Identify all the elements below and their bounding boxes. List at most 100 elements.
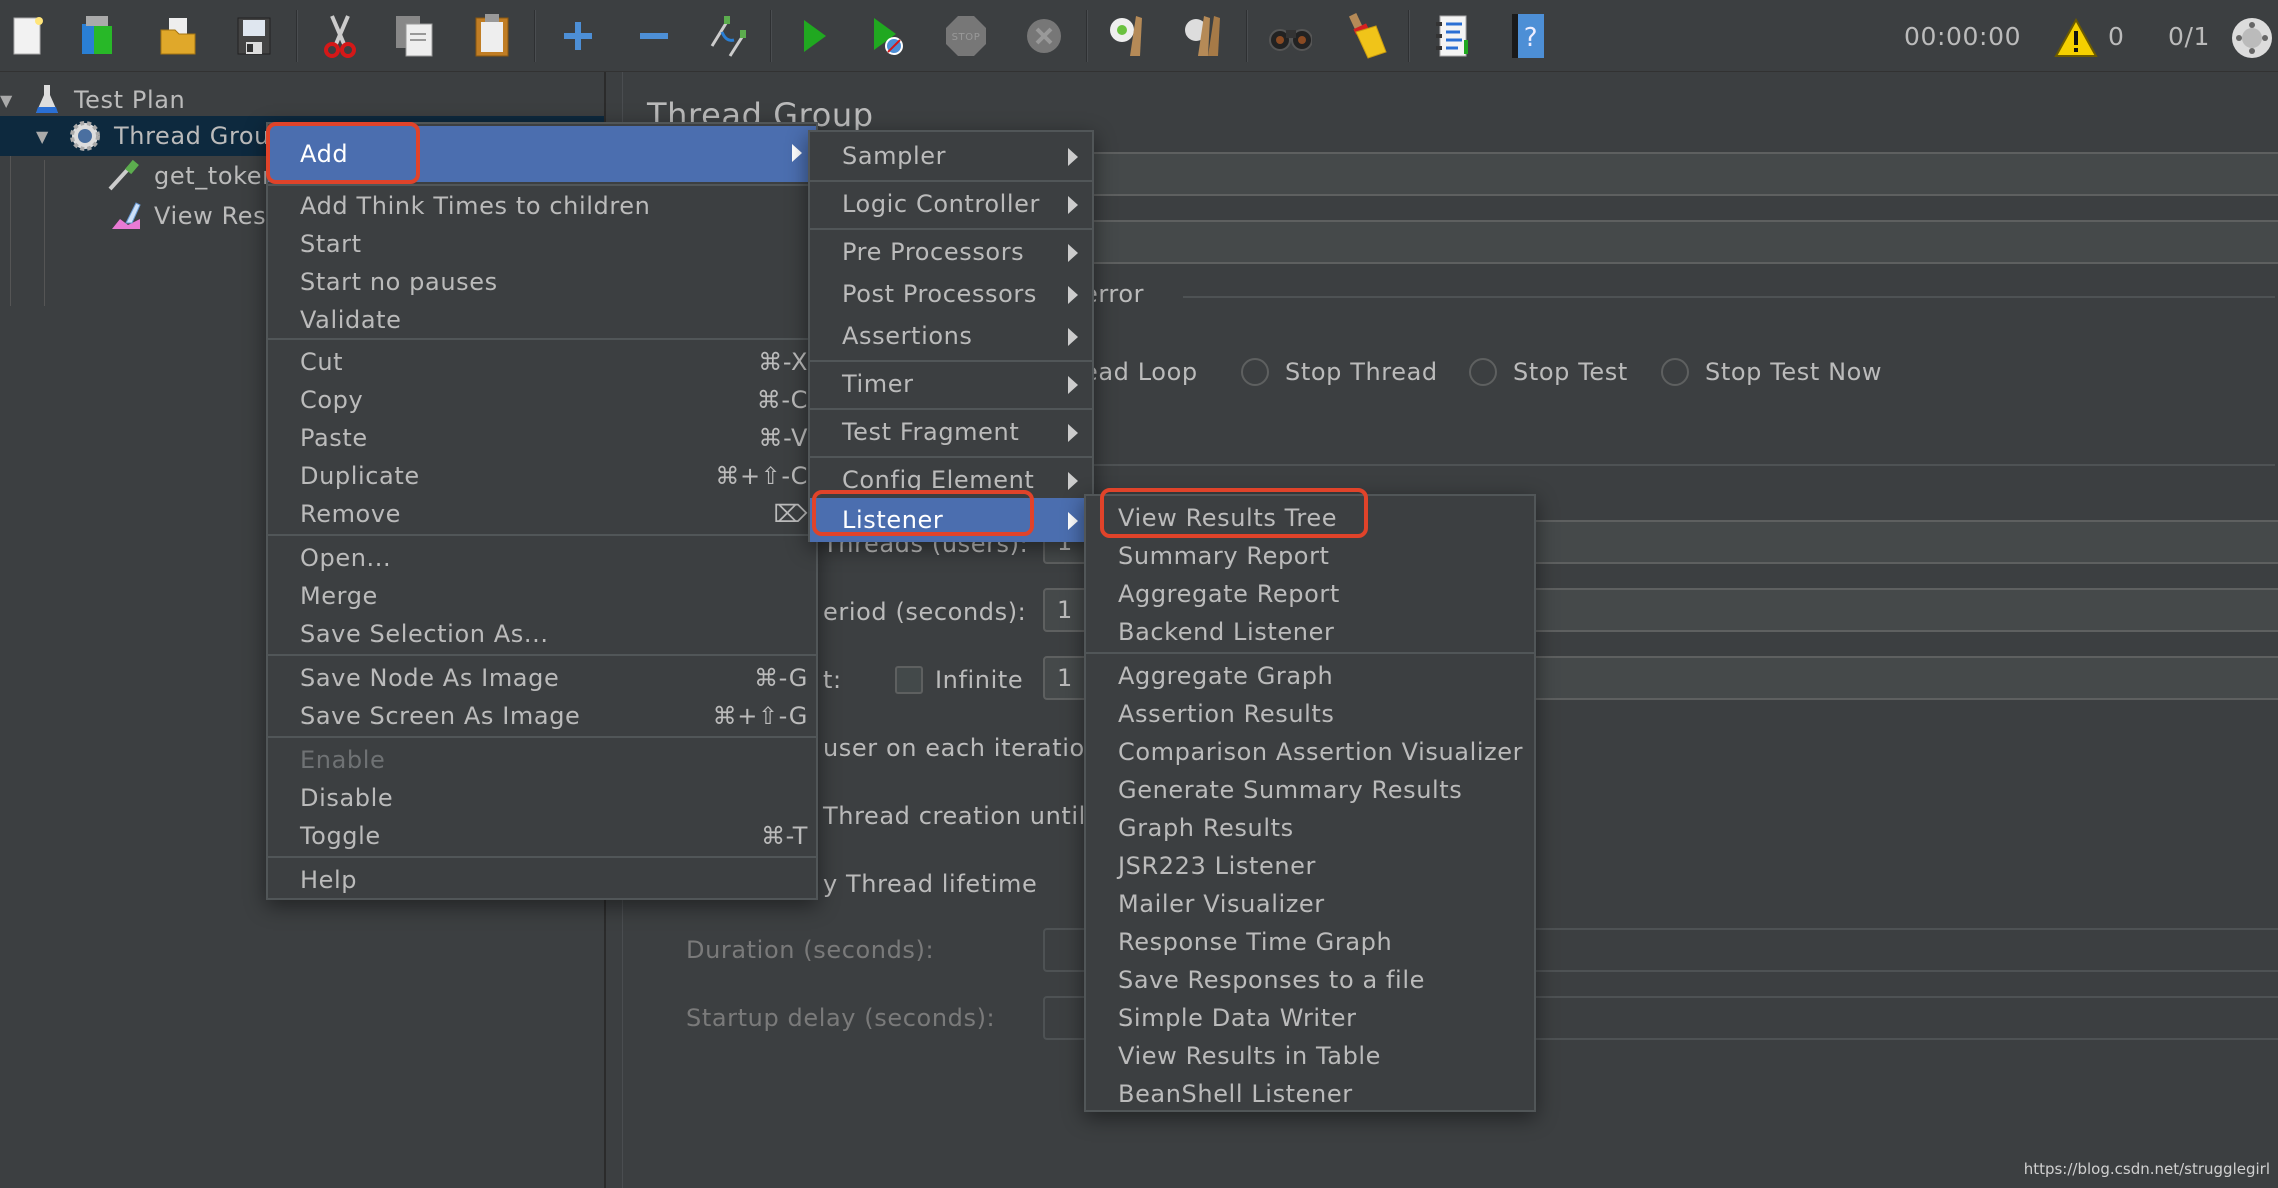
collapse-icon[interactable] <box>632 12 676 60</box>
menu-item-jsr223-listener[interactable]: JSR223 Listener <box>1086 848 1534 886</box>
start-no-pauses-icon[interactable] <box>866 12 910 60</box>
menu-item-aggregate-report[interactable]: Aggregate Report <box>1086 576 1534 614</box>
paste-icon[interactable] <box>470 12 514 60</box>
menu-item-start-no-pauses[interactable]: Start no pauses <box>268 264 816 302</box>
listener-graph-icon <box>112 202 141 229</box>
toolbar-separator <box>1408 10 1410 62</box>
shortcut: ⌘-C <box>756 386 808 414</box>
radio-stop-test-now[interactable] <box>1661 358 1689 386</box>
menu-item-comparison-assertion-visualizer[interactable]: Comparison Assertion Visualizer <box>1086 734 1534 772</box>
svg-text:?: ? <box>1524 23 1538 53</box>
help-icon[interactable]: ? <box>1506 12 1550 60</box>
menu-item-merge[interactable]: Merge <box>268 578 816 616</box>
loop-count-label: t: <box>823 666 842 694</box>
menu-item-save-node-as-image[interactable]: Save Node As Image ⌘-G <box>268 660 816 698</box>
menu-item-duplicate[interactable]: Duplicate ⌘+⇧-C <box>268 458 816 496</box>
add-submenu: Sampler Logic Controller Pre Processors … <box>808 130 1094 542</box>
menu-item-response-time-graph[interactable]: Response Time Graph <box>1086 924 1534 962</box>
new-icon[interactable] <box>6 12 50 60</box>
menu-separator <box>810 228 1092 230</box>
expand-arrow-icon[interactable]: ▼ <box>0 91 13 110</box>
cut-icon[interactable] <box>318 12 362 60</box>
menu-item-assertion-results[interactable]: Assertion Results <box>1086 696 1534 734</box>
menu-item-test-fragment[interactable]: Test Fragment <box>810 414 1092 456</box>
menu-item-mailer-visualizer[interactable]: Mailer Visualizer <box>1086 886 1534 924</box>
templates-icon[interactable] <box>76 12 120 60</box>
infinite-checkbox[interactable] <box>895 666 923 694</box>
context-menu: Add Add Think Times to children Start St… <box>266 122 818 900</box>
delete-key-icon: ⌦ <box>773 500 808 528</box>
radio-stop-thread[interactable] <box>1241 358 1269 386</box>
menu-item-post-processors[interactable]: Post Processors <box>810 276 1092 318</box>
menu-item-summary-report[interactable]: Summary Report <box>1086 538 1534 576</box>
submenu-arrow-icon <box>1068 148 1078 166</box>
toolbar-separator <box>296 10 298 62</box>
remote-status-icon <box>2230 14 2274 62</box>
menu-item-pre-processors[interactable]: Pre Processors <box>810 234 1092 276</box>
menu-item-toggle[interactable]: Toggle ⌘-T <box>268 818 816 856</box>
menu-separator <box>268 184 816 186</box>
menu-item-view-results-in-table[interactable]: View Results in Table <box>1086 1038 1534 1076</box>
toolbar-separator <box>534 10 536 62</box>
submenu-arrow-icon <box>1068 424 1078 442</box>
menu-item-save-screen-as-image[interactable]: Save Screen As Image ⌘+⇧-G <box>268 698 816 736</box>
duration-label: Duration (seconds): <box>686 936 935 964</box>
comments-field[interactable] <box>1043 220 2278 264</box>
start-icon[interactable] <box>792 12 836 60</box>
elapsed-time: 00:00:00 <box>1904 22 2022 51</box>
clear-all-icon[interactable] <box>1182 12 1226 60</box>
menu-item-start[interactable]: Start <box>268 226 816 264</box>
menu-item-simple-data-writer[interactable]: Simple Data Writer <box>1086 1000 1534 1038</box>
loop-count-value: 1 <box>1057 664 1073 692</box>
tree-item-label: Thread Group <box>114 122 286 150</box>
menu-item-disable[interactable]: Disable <box>268 780 816 818</box>
warning-icon[interactable] <box>2054 14 2098 62</box>
menu-item-remove[interactable]: Remove ⌦ <box>268 496 816 534</box>
menu-item-add[interactable]: Add <box>268 126 816 182</box>
menu-item-add-think-times[interactable]: Add Think Times to children <box>268 188 816 226</box>
menu-item-paste[interactable]: Paste ⌘-V <box>268 420 816 458</box>
menu-item-generate-summary-results[interactable]: Generate Summary Results <box>1086 772 1534 810</box>
menu-item-help[interactable]: Help <box>268 862 816 900</box>
menu-item-save-selection-as[interactable]: Save Selection As... <box>268 616 816 654</box>
toggle-icon[interactable] <box>706 12 750 60</box>
menu-item-sampler[interactable]: Sampler <box>810 138 1092 180</box>
tree-item-label: Test Plan <box>74 86 186 114</box>
tree-item-test-plan[interactable]: ▼ Test Plan <box>0 80 606 120</box>
sampler-pipette-icon <box>108 159 139 191</box>
expand-icon[interactable] <box>556 12 600 60</box>
radio-stop-test[interactable] <box>1469 358 1497 386</box>
menu-item-validate[interactable]: Validate <box>268 302 816 340</box>
menu-item-listener[interactable]: Listener <box>810 498 1092 542</box>
expand-arrow-icon[interactable]: ▼ <box>36 127 49 146</box>
menu-item-save-responses-to-file[interactable]: Save Responses to a file <box>1086 962 1534 1000</box>
menu-item-assertions[interactable]: Assertions <box>810 318 1092 360</box>
copy-icon[interactable] <box>392 12 436 60</box>
clear-icon[interactable] <box>1106 12 1150 60</box>
reset-search-icon[interactable] <box>1344 12 1388 60</box>
menu-item-copy[interactable]: Copy ⌘-C <box>268 382 816 420</box>
menu-item-backend-listener[interactable]: Backend Listener <box>1086 614 1534 652</box>
menu-item-timer[interactable]: Timer <box>810 366 1092 408</box>
menu-item-graph-results[interactable]: Graph Results <box>1086 810 1534 848</box>
tree-item-label: get_token <box>154 162 278 190</box>
menu-item-aggregate-graph[interactable]: Aggregate Graph <box>1086 658 1534 696</box>
test-plan-icon <box>36 85 58 113</box>
function-helper-icon[interactable] <box>1430 12 1474 60</box>
save-icon[interactable] <box>232 12 276 60</box>
menu-item-logic-controller[interactable]: Logic Controller <box>810 186 1092 228</box>
menu-item-beanshell-listener[interactable]: BeanShell Listener <box>1086 1076 1534 1114</box>
name-field[interactable] <box>1043 152 2278 196</box>
menu-item-view-results-tree[interactable]: View Results Tree <box>1086 500 1534 538</box>
menu-item-open[interactable]: Open... <box>268 540 816 578</box>
toolbar: STOP ? 00:00:00 0 0/1 <box>0 0 2278 72</box>
gear-icon <box>70 121 100 151</box>
menu-item-cut[interactable]: Cut ⌘-X <box>268 344 816 382</box>
delay-thread-creation-label: Thread creation until r <box>823 802 1105 830</box>
shortcut: ⌘+⇧-C <box>715 462 808 490</box>
open-icon[interactable] <box>156 12 200 60</box>
stop-icon[interactable]: STOP <box>944 12 988 60</box>
menu-separator <box>1086 652 1534 654</box>
shutdown-icon[interactable] <box>1022 12 1066 60</box>
search-icon[interactable] <box>1268 12 1312 60</box>
